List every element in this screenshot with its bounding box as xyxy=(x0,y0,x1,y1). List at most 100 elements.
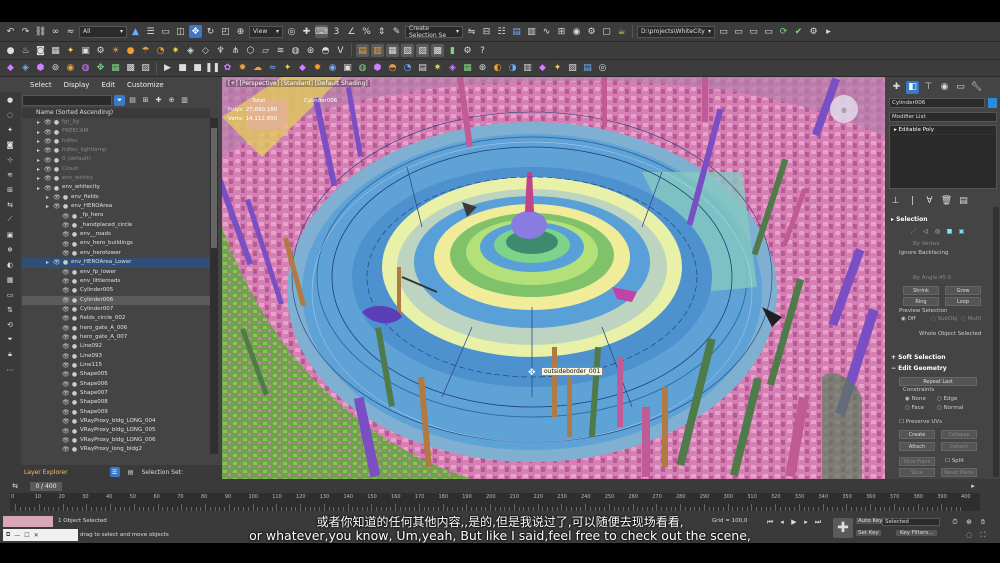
visibility-eye-icon[interactable]: 👁︎ xyxy=(44,129,52,136)
teapot-icon[interactable]: ♨ xyxy=(19,44,32,57)
tool-icon-2[interactable]: ◆ xyxy=(296,62,309,75)
expand-arrow-icon[interactable] xyxy=(53,418,60,425)
plugin-icon-5[interactable]: ◉ xyxy=(64,62,77,75)
bind-spacewarp-icon[interactable]: ≈ xyxy=(64,25,77,38)
hierarchy-icon[interactable]: ⊞ xyxy=(140,95,151,106)
stack-item-editable-poly[interactable]: ▸ Editable Poly xyxy=(890,126,996,135)
by-angle-value[interactable]: 45.0 xyxy=(939,275,951,281)
tree-row[interactable]: 👁︎ ● Cylinder007 xyxy=(22,305,210,314)
freeze-dot-icon[interactable]: ● xyxy=(53,138,60,145)
preserve-uvs-checkbox[interactable]: ☐ Preserve UVs xyxy=(899,419,942,425)
particle-icon[interactable]: ✿ xyxy=(221,62,234,75)
selection-filter-dropdown[interactable]: All ▾ xyxy=(79,25,127,38)
stop-icon[interactable]: ■ xyxy=(176,62,189,75)
expand-arrow-icon[interactable] xyxy=(53,315,60,322)
expand-arrow-icon[interactable] xyxy=(53,353,60,360)
filter-toggle-icon[interactable]: ⏷ xyxy=(114,94,125,106)
plugin-icon-3[interactable]: ⬢ xyxy=(34,62,47,75)
object-name-field[interactable]: Cylinder006 xyxy=(889,98,985,108)
expand-arrow-icon[interactable] xyxy=(53,231,60,238)
spinner-snap-icon[interactable]: ⇕ xyxy=(375,25,388,38)
orb-icon[interactable]: ● xyxy=(124,44,137,57)
freeze-dot-icon[interactable]: ● xyxy=(71,371,78,378)
tool-icon-1[interactable]: ✦ xyxy=(281,62,294,75)
visibility-eye-icon[interactable]: 👁︎ xyxy=(62,250,70,257)
tree-row[interactable]: 👁︎ ● Line092 xyxy=(22,342,210,351)
freeze-dot-icon[interactable]: ● xyxy=(71,287,78,294)
visibility-eye-icon[interactable]: 👁︎ xyxy=(62,325,70,332)
visibility-eye-icon[interactable]: 👁︎ xyxy=(44,185,52,192)
display-bones-icon[interactable]: ⟋ xyxy=(4,214,16,225)
named-selection-dropdown[interactable]: Create Selection Se ▾ xyxy=(405,25,463,39)
freeze-dot-icon[interactable]: ● xyxy=(53,185,60,192)
sync-selection-icon[interactable]: ⟲ xyxy=(4,319,16,330)
display-spacewarps-icon[interactable]: ≋ xyxy=(4,169,16,180)
rect-region-icon[interactable]: ▭ xyxy=(159,25,172,38)
tool-icon-18[interactable]: ◆ xyxy=(536,62,549,75)
by-angle-label[interactable]: By Angle: xyxy=(913,275,939,281)
edit-geometry-rollout-header[interactable]: − Edit Geometry xyxy=(885,365,1000,372)
detach-button[interactable]: Detach xyxy=(941,442,977,451)
display-cameras-icon[interactable]: ◙ xyxy=(4,139,16,150)
freeze-dot-icon[interactable]: ● xyxy=(53,175,60,182)
visibility-eye-icon[interactable]: 👁︎ xyxy=(44,138,52,145)
freeze-dot-icon[interactable]: ● xyxy=(53,129,60,136)
tree-row[interactable]: ▸ 👁︎ ● fgr_lig xyxy=(22,118,210,127)
select-by-name-icon[interactable]: ☰ xyxy=(144,25,157,38)
edge-mode-icon[interactable]: ◁ xyxy=(921,227,930,236)
batch-render-icon[interactable]: ▦ xyxy=(386,44,399,57)
visibility-eye-icon[interactable]: 👁︎ xyxy=(53,194,61,201)
freeze-dot-icon[interactable]: ● xyxy=(71,241,78,248)
attach-button[interactable]: Attach xyxy=(899,442,935,451)
visibility-eye-icon[interactable]: 👁︎ xyxy=(44,147,52,154)
grid-icon[interactable]: ▦ xyxy=(49,44,62,57)
water-icon[interactable]: ≈ xyxy=(266,62,279,75)
preview-subobj-radio[interactable]: ○ SubObj xyxy=(931,316,957,322)
collapse-button[interactable]: Collapse xyxy=(941,430,977,439)
select-scale-icon[interactable]: ◰ xyxy=(219,25,232,38)
split-checkbox[interactable]: ☐ Split xyxy=(945,458,964,464)
freeze-dot-icon[interactable]: ● xyxy=(71,269,78,276)
expand-arrow-icon[interactable] xyxy=(53,409,60,416)
display-frozen-icon[interactable]: ❄ xyxy=(4,244,16,255)
utilities-tab-icon[interactable]: 🔧︎ xyxy=(970,81,983,94)
tree-row[interactable]: 👁︎ ● _fp_hero xyxy=(22,211,210,220)
constraint-normal-radio[interactable]: ○ Normal xyxy=(937,405,963,411)
slice-button[interactable]: Slice xyxy=(899,468,935,477)
freeze-dot-icon[interactable]: ● xyxy=(53,157,60,164)
display-helpers-icon[interactable]: ⊹ xyxy=(4,154,16,165)
box-icon[interactable]: ▣ xyxy=(79,44,92,57)
expand-arrow-icon[interactable] xyxy=(53,399,60,406)
visibility-eye-icon[interactable]: 👁︎ xyxy=(62,409,70,416)
timeline-track[interactable]: 0 10 20 30 40 50 60 70 80 90 100 110 120 130 140 150 160… xyxy=(10,493,980,511)
align-icon[interactable]: ⊟ xyxy=(480,25,493,38)
repeat-last-button[interactable]: Repeat Last xyxy=(899,377,977,386)
display-invert-icon[interactable]: ⇅ xyxy=(4,304,16,315)
menu-select[interactable]: Select xyxy=(30,81,52,89)
display-groups-icon[interactable]: ⊞ xyxy=(4,184,16,195)
tool-icon-19[interactable]: ✦ xyxy=(551,62,564,75)
loop-button[interactable]: Loop xyxy=(945,297,981,306)
visibility-eye-icon[interactable]: 👁︎ xyxy=(62,222,70,229)
freeze-dot-icon[interactable]: ● xyxy=(71,353,78,360)
expand-arrow-icon[interactable] xyxy=(53,241,60,248)
tool-icon-14[interactable]: ⊛ xyxy=(476,62,489,75)
project-path-dropdown[interactable]: D:\projects\WhiteCity ▾ xyxy=(637,25,715,38)
tree-column-header[interactable]: Name (Sorted Ascending) xyxy=(22,108,210,118)
cube-icon[interactable]: ◈ xyxy=(184,44,197,57)
modifier-list-dropdown[interactable]: Modifier List xyxy=(889,112,997,122)
select-move-icon[interactable]: ✥ xyxy=(189,25,202,38)
visibility-eye-icon[interactable]: 👁︎ xyxy=(62,241,70,248)
selection-rollout-header[interactable]: ▸ Selection xyxy=(885,216,1000,223)
expand-arrow-icon[interactable] xyxy=(53,446,60,453)
freeze-dot-icon[interactable]: ● xyxy=(53,119,60,126)
ignore-backfacing-label[interactable]: Ignore Backfacing xyxy=(899,250,948,256)
tree-row[interactable]: ▸ 👁︎ ● env_whitey xyxy=(22,174,210,183)
slice-plane-button[interactable]: Slice Plane xyxy=(899,457,935,466)
tree-row[interactable]: 👁︎ ● Cylinder006 xyxy=(22,295,210,305)
modify-tab-icon[interactable]: ◧ xyxy=(906,80,919,94)
tree-row[interactable]: ▸ 👁︎ ● env_HEROArea xyxy=(22,202,210,211)
play-icon[interactable]: ▶ xyxy=(161,62,174,75)
visibility-eye-icon[interactable]: 👁︎ xyxy=(62,306,70,313)
image-viewer-icon[interactable]: ▧ xyxy=(401,44,414,57)
